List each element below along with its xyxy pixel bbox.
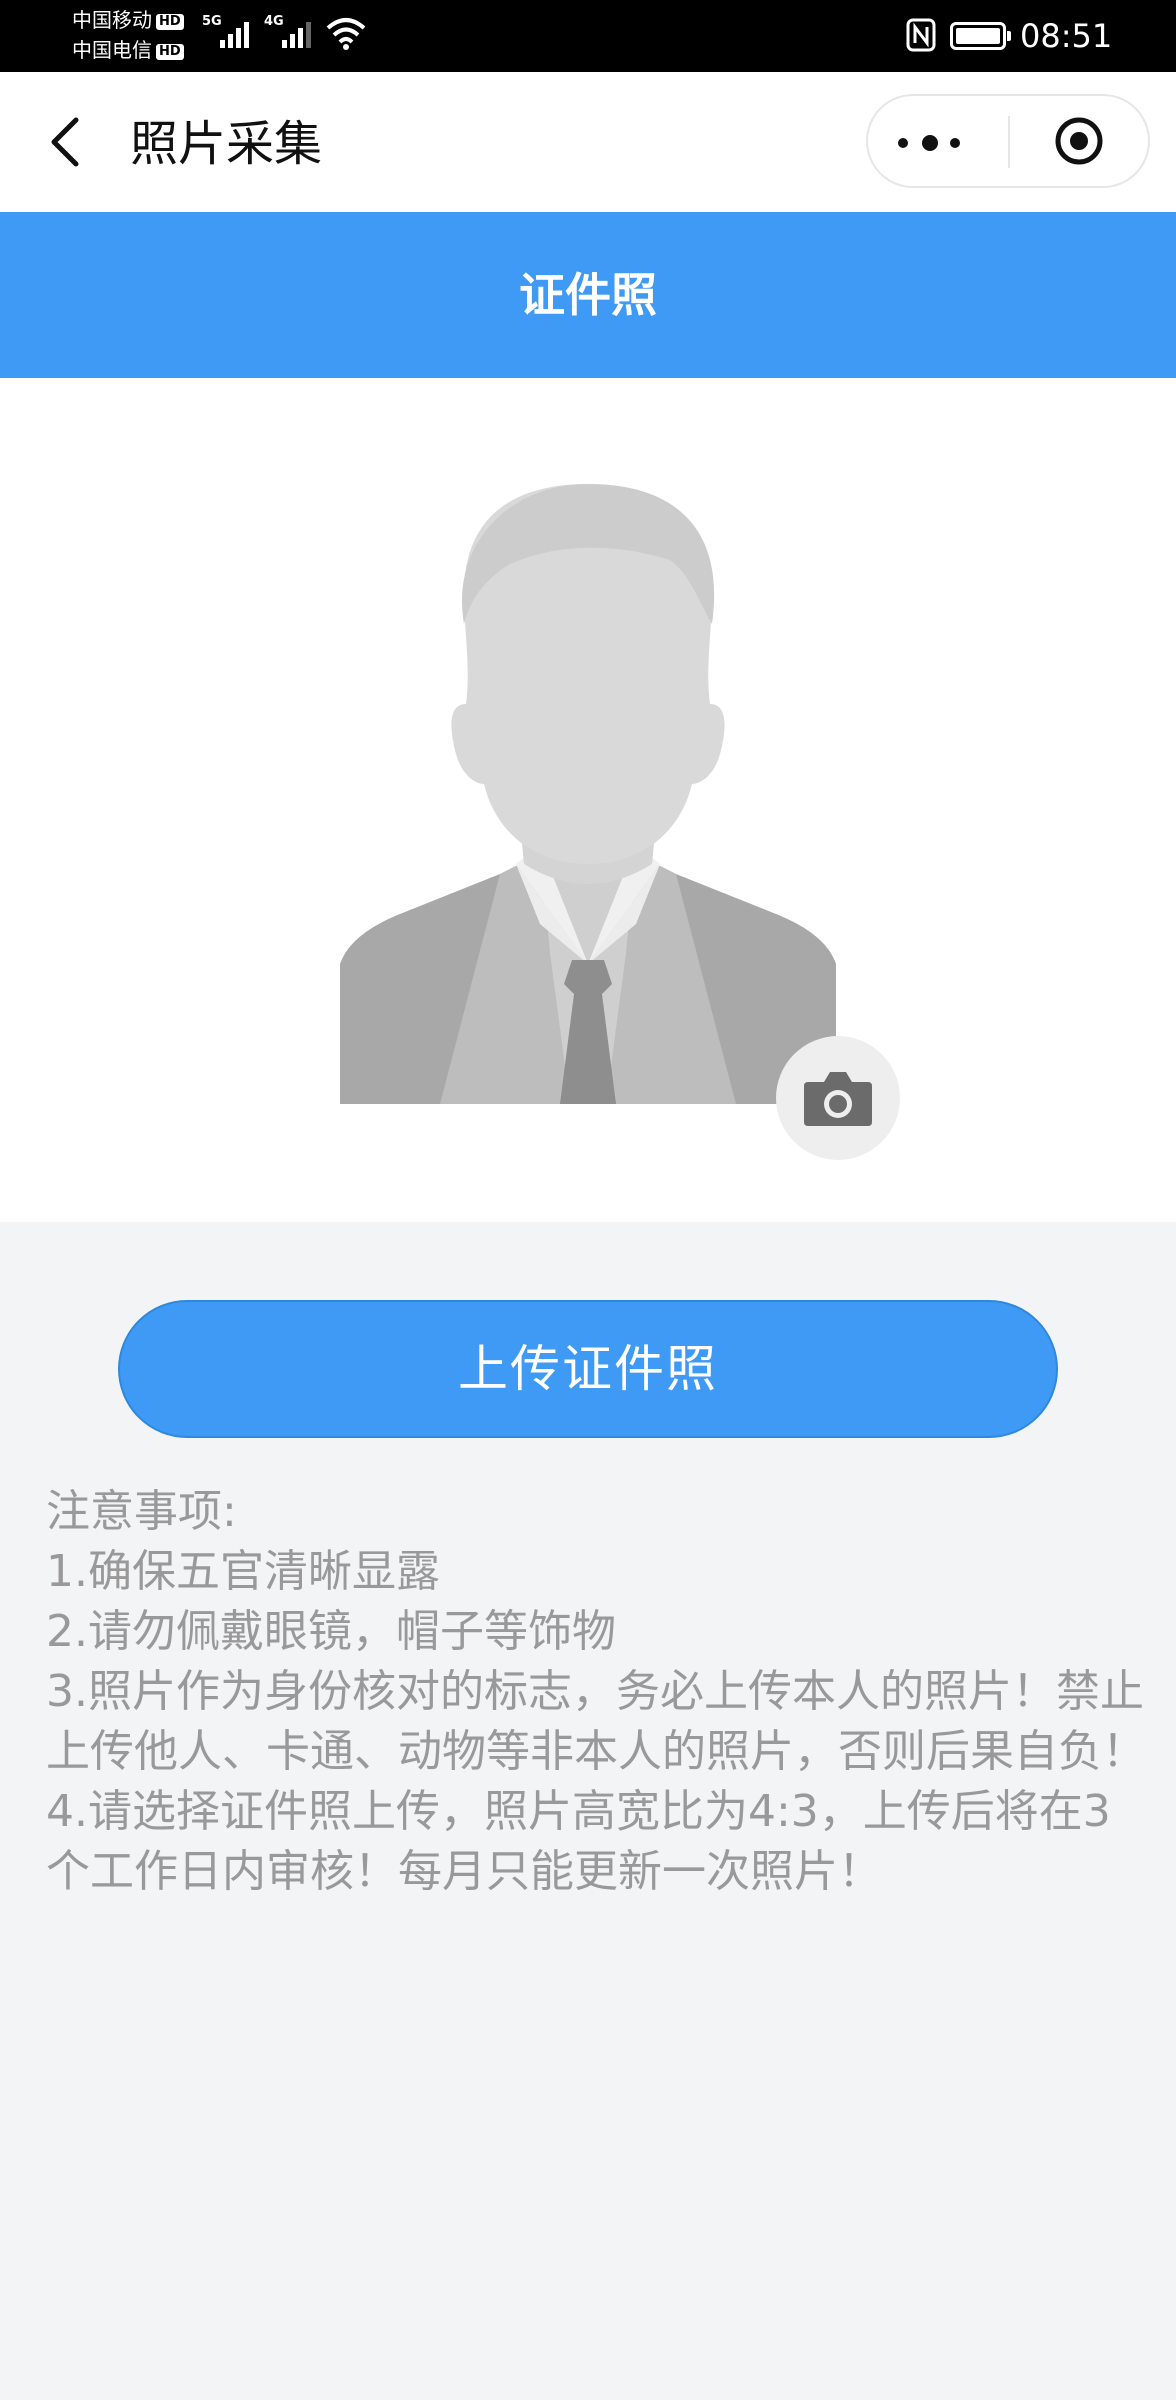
hd-badge-2: HD	[156, 43, 184, 60]
more-dots-icon[interactable]	[896, 114, 980, 170]
upload-photo-button[interactable]: 上传证件照	[118, 1300, 1058, 1438]
camera-icon	[804, 1072, 872, 1126]
mini-program-capsule	[866, 94, 1150, 188]
carrier-1: 中国移动 HD	[72, 8, 184, 32]
photo-area	[0, 378, 1176, 1222]
hd-badge-1: HD	[156, 13, 184, 30]
carrier-1-label: 中国移动	[72, 8, 152, 32]
person-silhouette-icon[interactable]	[340, 484, 836, 1104]
page-title: 照片采集	[130, 116, 323, 172]
wifi-icon	[326, 18, 366, 50]
section-header: 证件照	[0, 212, 1176, 378]
notes-heading: 注意事项:	[46, 1486, 237, 1537]
status-bar: 中国移动 HD 中国电信 HD 5G 4G 08:51	[0, 0, 1176, 72]
clock: 08:51	[1020, 17, 1113, 55]
battery-icon	[950, 22, 1011, 50]
network-5g-label: 5G	[202, 14, 222, 29]
network-4g-label: 4G	[264, 14, 284, 29]
nav-bar: 照片采集	[0, 72, 1176, 212]
nfc-icon	[906, 18, 936, 52]
note-item: 4.请选择证件照上传，照片高宽比为4:3，上传后将在3个工作日内审核！每月只能更…	[46, 1786, 1111, 1897]
section-title: 证件照	[519, 268, 657, 322]
capsule-divider	[1008, 116, 1010, 168]
note-item: 2.请勿佩戴眼镜，帽子等饰物	[46, 1606, 616, 1657]
camera-button[interactable]	[776, 1036, 900, 1160]
back-arrow-icon[interactable]	[40, 112, 100, 172]
carrier-2: 中国电信 HD	[72, 38, 184, 62]
notes-section: 注意事项: 1.确保五官清晰显露 2.请勿佩戴眼镜，帽子等饰物 3.照片作为身份…	[46, 1482, 1146, 1902]
target-icon[interactable]	[1054, 116, 1104, 166]
note-item: 1.确保五官清晰显露	[46, 1546, 440, 1597]
note-item: 3.照片作为身份核对的标志，务必上传本人的照片！禁止上传他人、卡通、动物等非本人…	[46, 1666, 1146, 1777]
carrier-2-label: 中国电信	[72, 38, 152, 62]
